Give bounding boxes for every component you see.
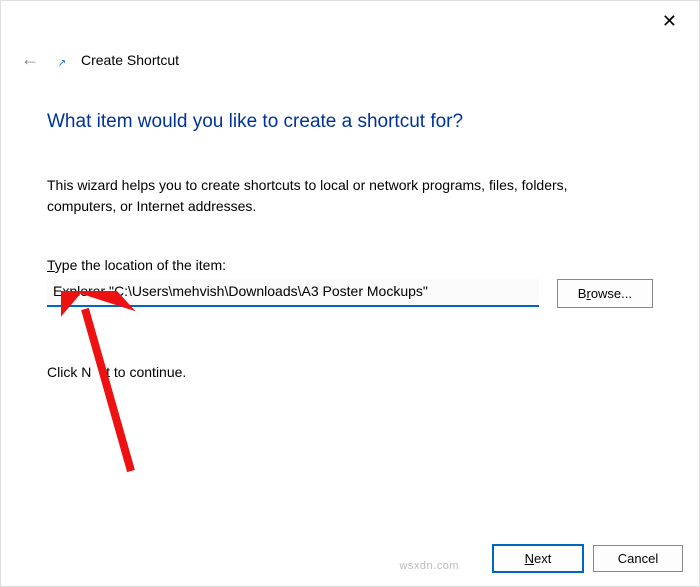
back-arrow-icon: ← — [13, 45, 47, 74]
location-row: Browse... — [47, 279, 653, 308]
continue-pre: Click N — [47, 364, 91, 380]
page-title: Create Shortcut — [81, 52, 179, 68]
close-button[interactable]: ✕ — [654, 7, 685, 36]
location-label: Type the location of the item: — [47, 257, 653, 273]
location-label-accel: T — [47, 257, 55, 273]
wizard-description: This wizard helps you to create shortcut… — [47, 175, 617, 217]
continue-post: t to continue. — [106, 364, 186, 380]
location-label-text: ype the location of the item: — [55, 257, 226, 273]
shortcut-icon: ↗ — [55, 57, 69, 71]
watermark: wsxdn.com — [399, 560, 459, 572]
wizard-heading: What item would you like to create a sho… — [47, 111, 653, 133]
cancel-button[interactable]: Cancel — [593, 545, 683, 572]
next-rest: ext — [534, 551, 551, 566]
next-accel: N — [525, 551, 534, 566]
header: ← ↗ Create Shortcut — [13, 45, 687, 74]
continue-hint: Click Next to continue. — [47, 364, 653, 380]
content-area: What item would you like to create a sho… — [47, 111, 653, 380]
footer: Next Cancel — [493, 545, 683, 572]
location-input[interactable] — [47, 279, 539, 307]
next-button[interactable]: Next — [493, 545, 583, 572]
browse-post: owse... — [591, 286, 632, 301]
browse-button[interactable]: Browse... — [557, 279, 653, 308]
